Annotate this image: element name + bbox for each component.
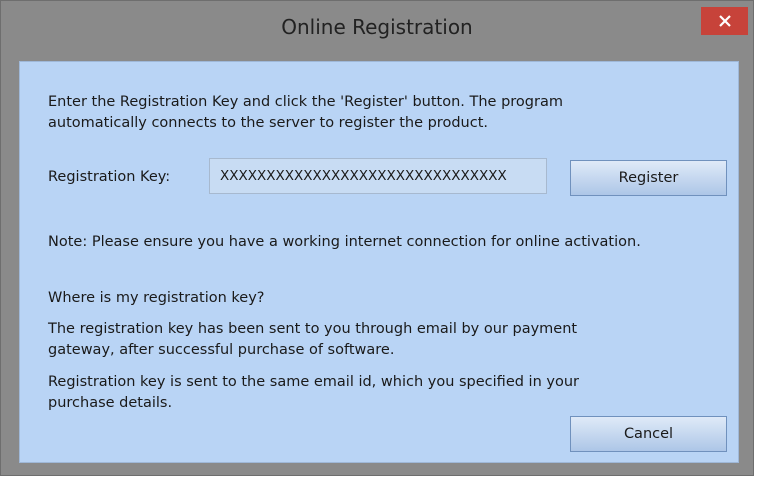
close-icon — [718, 15, 731, 27]
connection-note: Note: Please ensure you have a working i… — [48, 234, 641, 250]
registration-key-label: Registration Key: — [48, 169, 171, 185]
registration-key-input[interactable]: XXXXXXXXXXXXXXXXXXXXXXXXXXXXXXX — [209, 158, 547, 194]
help-heading: Where is my registration key? — [48, 290, 265, 306]
registration-dialog: Online Registration Enter the Registrati… — [0, 0, 754, 476]
instruction-line-2: automatically connects to the server to … — [48, 115, 488, 131]
instruction-line-1: Enter the Registration Key and click the… — [48, 94, 563, 110]
help-paragraph-2-line-2: purchase details. — [48, 395, 173, 411]
dialog-title: Online Registration — [281, 15, 473, 39]
help-paragraph-1-line-1: The registration key has been sent to yo… — [48, 321, 578, 337]
help-paragraph-1-line-2: gateway, after successful purchase of so… — [48, 342, 395, 358]
close-button[interactable] — [701, 7, 748, 35]
title-bar: Online Registration — [1, 1, 753, 53]
register-button[interactable]: Register — [570, 160, 727, 196]
cancel-button[interactable]: Cancel — [570, 416, 727, 452]
dialog-content: Enter the Registration Key and click the… — [19, 61, 739, 463]
help-paragraph-2-line-1: Registration key is sent to the same ema… — [48, 374, 579, 390]
